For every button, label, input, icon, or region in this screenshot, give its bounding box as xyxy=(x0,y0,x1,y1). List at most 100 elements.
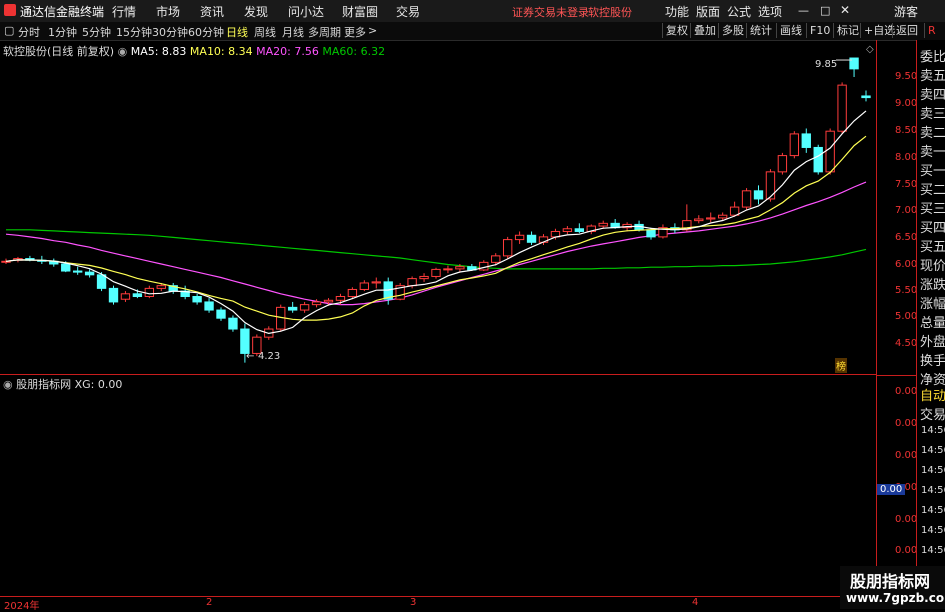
candle-body[interactable] xyxy=(514,234,525,241)
indicator-chart[interactable]: ◉ 股朋指标网 XG: 0.00 xyxy=(0,376,876,596)
chevron-right-icon[interactable]: > xyxy=(368,24,377,37)
kline-chart[interactable]: 软控股份(日线 前复权) ◉ MA5: 8.83 MA10: 8.34 MA20… xyxy=(0,40,876,375)
candle-body[interactable] xyxy=(156,285,166,289)
tab-weekly[interactable]: 周线 xyxy=(254,24,276,40)
candle-body[interactable] xyxy=(502,239,513,257)
candle-body[interactable] xyxy=(347,288,358,298)
candle-body[interactable] xyxy=(789,133,800,157)
candle-body[interactable] xyxy=(562,228,573,232)
candle-body[interactable] xyxy=(825,130,835,173)
candle-body[interactable] xyxy=(706,217,716,220)
candle-body[interactable] xyxy=(717,214,728,219)
candle-body[interactable] xyxy=(813,146,823,173)
candle-body[interactable] xyxy=(240,328,250,354)
tab-multi-period[interactable]: 多周期 xyxy=(308,24,341,40)
tab-30min[interactable]: 30分钟 xyxy=(152,24,188,40)
candle-body[interactable] xyxy=(299,304,310,311)
candle-body[interactable] xyxy=(144,287,155,298)
candle-body[interactable] xyxy=(694,218,704,222)
menu-item-discover[interactable]: 发现 xyxy=(244,3,268,20)
candle-body[interactable] xyxy=(108,287,119,303)
trade-label[interactable]: 交易 xyxy=(920,404,945,423)
candle-body[interactable] xyxy=(61,263,71,272)
menu-item-layout[interactable]: 版面 xyxy=(696,3,720,20)
minimize-icon[interactable]: — xyxy=(798,4,809,17)
candle-body[interactable] xyxy=(407,278,417,287)
title-bar: 通达信金融终端 行情 市场 资讯 发现 问小达 财富圈 交易 证券交易未登录 软… xyxy=(0,0,945,23)
tab-1min[interactable]: 1分钟 xyxy=(48,24,77,40)
candle-body[interactable] xyxy=(431,268,441,277)
tab-5min[interactable]: 5分钟 xyxy=(82,24,111,40)
menu-item-news[interactable]: 资讯 xyxy=(200,3,224,20)
candle-body[interactable] xyxy=(861,95,871,99)
candle-body[interactable] xyxy=(777,155,788,173)
draw-line-button[interactable]: 画线 xyxy=(776,23,805,38)
candle-body[interactable] xyxy=(335,296,346,301)
candle-body[interactable] xyxy=(646,229,656,238)
menu-item-options[interactable]: 选项 xyxy=(758,3,782,20)
tab-daily[interactable]: 日线 xyxy=(226,24,248,40)
f10-button[interactable]: F10 xyxy=(806,23,833,38)
candle-body[interactable] xyxy=(491,255,501,263)
candle-body[interactable] xyxy=(753,190,764,200)
candle-body[interactable] xyxy=(311,301,322,306)
overlay-button[interactable]: 叠加 xyxy=(690,23,719,38)
maximize-icon[interactable]: □ xyxy=(820,4,830,17)
auto-trade-label[interactable]: 自动 xyxy=(920,385,945,404)
settings-circle-icon[interactable]: ◉ xyxy=(118,45,131,58)
menu-item-quotes[interactable]: 行情 xyxy=(112,3,136,20)
candle-body[interactable] xyxy=(741,190,752,208)
y-tick: 4.50 xyxy=(895,338,918,349)
tab-60min[interactable]: 60分钟 xyxy=(188,24,224,40)
candle-body[interactable] xyxy=(228,317,238,330)
candle-body[interactable] xyxy=(801,133,811,148)
candle-body[interactable] xyxy=(598,222,608,227)
tab-monthly[interactable]: 月线 xyxy=(282,24,304,40)
x-tick: 2024年 xyxy=(4,601,40,612)
date-axis: 2024年 2 3 4 xyxy=(0,596,876,612)
candle-body[interactable] xyxy=(204,301,214,311)
candle-body[interactable] xyxy=(443,268,453,271)
rank-badge[interactable]: 榜 xyxy=(835,358,847,373)
candle-body[interactable] xyxy=(323,299,334,303)
candle-body[interactable] xyxy=(526,234,537,243)
menu-item-formula[interactable]: 公式 xyxy=(727,3,751,20)
candle-body[interactable] xyxy=(72,270,83,273)
candle-body[interactable] xyxy=(84,271,95,276)
candle-body[interactable] xyxy=(371,281,381,284)
close-icon[interactable]: ✕ xyxy=(840,3,850,17)
guest-label[interactable]: 游客 xyxy=(894,3,918,20)
app-logo-icon xyxy=(4,4,16,16)
stats-button[interactable]: 统计 xyxy=(746,23,775,38)
candle-body[interactable] xyxy=(455,266,465,270)
candle-body[interactable] xyxy=(132,293,143,298)
tab-15min[interactable]: 15分钟 xyxy=(116,24,152,40)
ma20-legend: MA20: 7.56 xyxy=(256,45,319,58)
candle-body[interactable] xyxy=(837,84,847,132)
mark-button[interactable]: 标记 xyxy=(833,23,862,38)
candle-body[interactable] xyxy=(419,275,429,280)
menu-item-trade[interactable]: 交易 xyxy=(396,3,420,20)
candle-body[interactable] xyxy=(96,274,107,289)
candle-body[interactable] xyxy=(192,296,202,303)
candle-body[interactable] xyxy=(359,282,370,290)
candle-body[interactable] xyxy=(216,309,226,319)
r-indicator-icon[interactable]: R xyxy=(924,23,939,38)
candle-series xyxy=(1,57,871,363)
menu-item-wealth[interactable]: 财富圈 xyxy=(342,3,378,20)
candle-body[interactable] xyxy=(765,171,776,200)
menu-item-market[interactable]: 市场 xyxy=(156,3,180,20)
indicator-settings-icon[interactable]: ◉ xyxy=(3,378,16,391)
menu-item-function[interactable]: 功能 xyxy=(665,3,689,20)
restore-rights-button[interactable]: 复权 xyxy=(662,23,691,38)
candle-body[interactable] xyxy=(479,261,489,271)
menu-item-ask[interactable]: 问小达 xyxy=(288,3,324,20)
checkbox-icon[interactable]: ▢ xyxy=(4,24,14,37)
multi-stock-button[interactable]: 多股 xyxy=(718,23,747,38)
back-button[interactable]: 返回 xyxy=(892,23,921,38)
tab-more[interactable]: 更多 xyxy=(344,24,366,40)
candle-body[interactable] xyxy=(574,228,585,232)
tab-intraday[interactable]: 分时 xyxy=(18,24,40,40)
candle-body[interactable] xyxy=(120,293,131,300)
candle-body[interactable] xyxy=(287,306,298,311)
